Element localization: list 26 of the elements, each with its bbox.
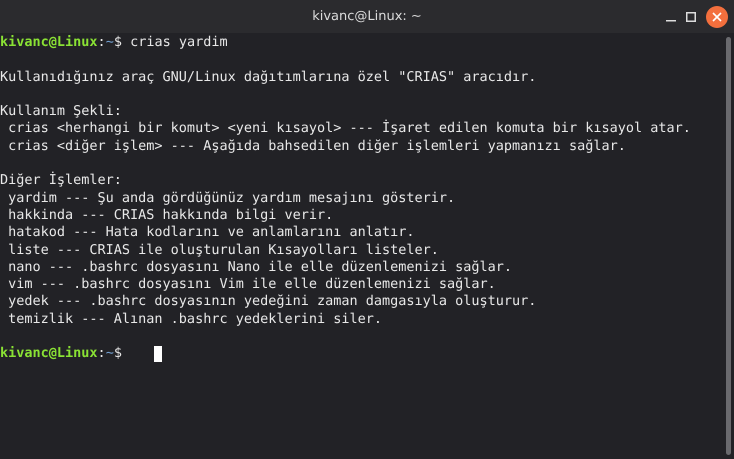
window-title: kivanc@Linux: ~ xyxy=(312,8,422,26)
output-line: hakkinda --- CRIAS hakkında bilgi verir. xyxy=(7,206,334,224)
output-line: crias <diğer işlem> --- Aşağıda bahsedilen diğer işlemleri yapmanızı sağlar. xyxy=(7,138,626,156)
output-line: Kullanım Şekli: xyxy=(0,103,122,120)
scrollbar[interactable] xyxy=(726,37,731,455)
prompt-path: ~ xyxy=(106,34,114,52)
command-text: crias yardim xyxy=(129,34,228,52)
output-line: hatakod --- Hata kodlarını ve anlamlarını anlatır. xyxy=(7,224,415,242)
prompt-user: kivanc@Linux xyxy=(0,34,98,52)
output-line: Diğer İşlemler: xyxy=(0,172,122,190)
output-line: yedek --- .bashrc dosyasının yedeğini zaman damgasıyla oluşturur. xyxy=(7,293,536,311)
prompt-path: ~ xyxy=(106,345,114,363)
prompt-symbol: $ xyxy=(114,345,122,363)
output-line: nano --- .bashrc dosyasını Nano ile elle düzenlemenizi sağlar. xyxy=(7,258,512,276)
output-line: crias <herhangi bir komut> <yeni kısayol> --- İşaret edilen komuta bir kısayol atar. xyxy=(7,120,691,138)
maximize-icon[interactable] xyxy=(686,12,696,22)
close-icon[interactable] xyxy=(706,6,728,28)
prompt-symbol: $ xyxy=(114,34,122,52)
output-line: liste --- CRIAS ile oluşturulan Kısayolları listeler. xyxy=(7,242,439,259)
output-line: yardim --- Şu anda gördüğünüz yardım mesajını gösterir. xyxy=(7,190,456,207)
output-line: vim --- .bashrc dosyasını Vim ile elle düzenlemenizi sağlar. xyxy=(7,276,496,294)
prompt-separator: : xyxy=(98,345,106,363)
output-line: temizlik --- Alınan .bashrc yedeklerini siler. xyxy=(7,310,382,328)
prompt-separator: : xyxy=(98,34,106,52)
prompt-user: kivanc@Linux xyxy=(0,345,98,363)
output-line: Kullanıdığınız araç GNU/Linux dağıtımlarına özel "CRIAS" aracıdır. xyxy=(0,68,536,86)
